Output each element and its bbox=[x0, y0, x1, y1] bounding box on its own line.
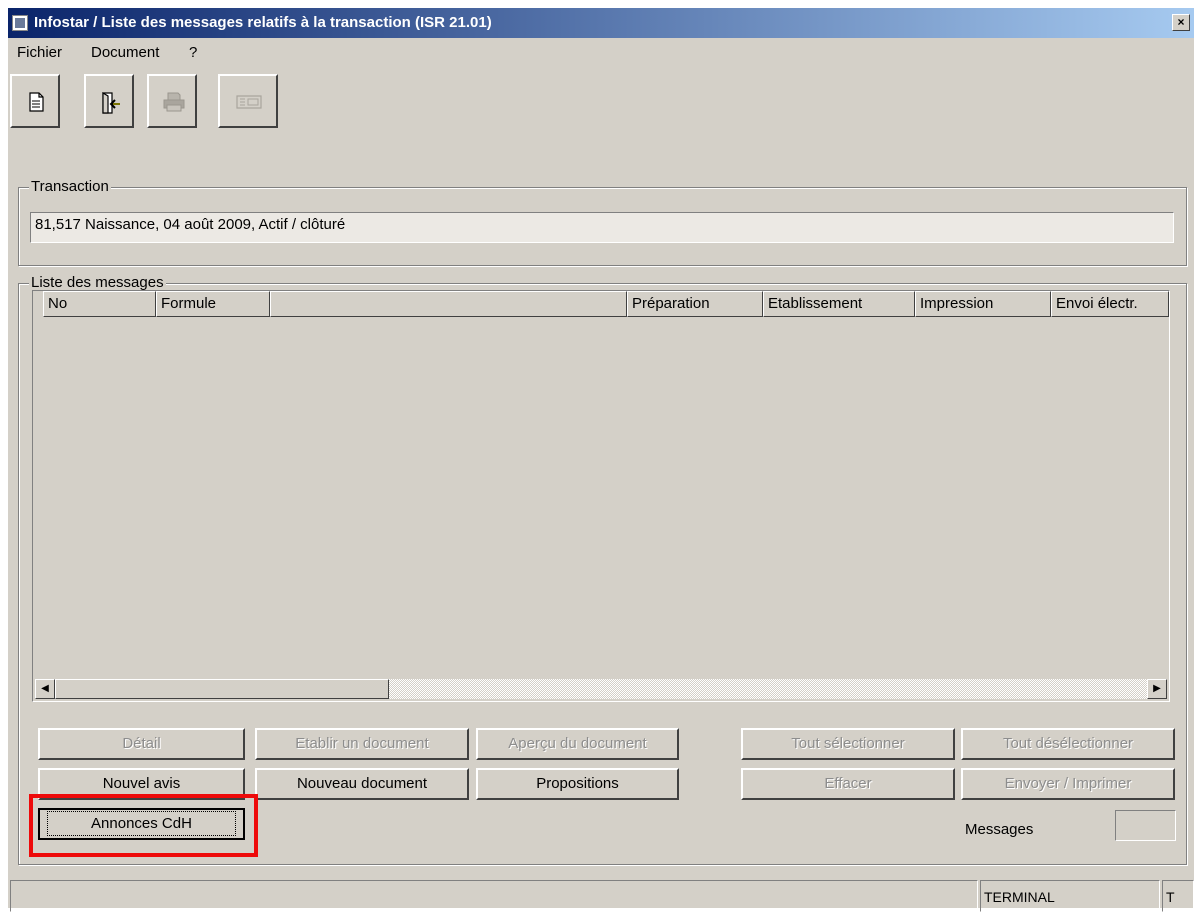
status-mode: T bbox=[1162, 880, 1194, 912]
exit-door-icon bbox=[102, 92, 120, 114]
scroll-right-arrow[interactable]: ▶ bbox=[1147, 679, 1167, 699]
effacer-button[interactable]: Effacer bbox=[741, 768, 955, 800]
tout-deselectionner-button[interactable]: Tout désélectionner bbox=[961, 728, 1175, 760]
title-bar[interactable]: Infostar / Liste des messages relatifs à… bbox=[8, 8, 1194, 38]
propositions-button[interactable]: Propositions bbox=[476, 768, 679, 800]
column-header-no[interactable]: No bbox=[43, 291, 156, 317]
printer-icon bbox=[163, 92, 185, 112]
horizontal-scrollbar[interactable]: ◀ ▶ bbox=[35, 679, 1167, 699]
column-header-blank[interactable] bbox=[270, 291, 627, 317]
apercu-document-button[interactable]: Aperçu du document bbox=[476, 728, 679, 760]
transaction-field[interactable]: 81,517 Naissance, 04 août 2009, Actif / … bbox=[30, 212, 1174, 243]
highlight-box bbox=[29, 794, 258, 857]
column-header-envoi[interactable]: Envoi électr. bbox=[1051, 291, 1169, 317]
messages-count-label: Messages bbox=[965, 821, 1034, 838]
tout-selectionner-button[interactable]: Tout sélectionner bbox=[741, 728, 955, 760]
envelope-icon bbox=[236, 95, 262, 109]
document-icon bbox=[29, 92, 44, 112]
messages-count-field bbox=[1115, 810, 1176, 841]
messages-table[interactable]: No Formule Préparation Etablissement Imp… bbox=[32, 290, 1170, 702]
send-electronic-button[interactable] bbox=[218, 74, 278, 128]
column-header-impression[interactable]: Impression bbox=[915, 291, 1051, 317]
column-header-formule[interactable]: Formule bbox=[156, 291, 270, 317]
column-header-etablissement[interactable]: Etablissement bbox=[763, 291, 915, 317]
messages-group-label: Liste des messages bbox=[29, 274, 166, 291]
print-button[interactable] bbox=[147, 74, 197, 128]
window-title: Infostar / Liste des messages relatifs à… bbox=[34, 14, 492, 31]
etablir-document-button[interactable]: Etablir un document bbox=[255, 728, 469, 760]
exit-button[interactable] bbox=[84, 74, 134, 128]
envoyer-imprimer-button[interactable]: Envoyer / Imprimer bbox=[961, 768, 1175, 800]
new-document-button[interactable] bbox=[10, 74, 60, 128]
app-icon bbox=[12, 15, 28, 31]
scroll-thumb[interactable] bbox=[55, 679, 389, 699]
nouveau-document-button[interactable]: Nouveau document bbox=[255, 768, 469, 800]
column-header-preparation[interactable]: Préparation bbox=[627, 291, 763, 317]
status-message bbox=[10, 880, 978, 912]
detail-button[interactable]: Détail bbox=[38, 728, 245, 760]
transaction-group-label: Transaction bbox=[29, 178, 111, 195]
status-terminal: TERMINAL bbox=[980, 880, 1160, 912]
menu-fichier[interactable]: Fichier bbox=[17, 44, 62, 61]
close-button[interactable]: × bbox=[1172, 14, 1190, 31]
menu-document[interactable]: Document bbox=[91, 44, 159, 61]
scroll-left-arrow[interactable]: ◀ bbox=[35, 679, 55, 699]
menu-help[interactable]: ? bbox=[189, 44, 197, 61]
